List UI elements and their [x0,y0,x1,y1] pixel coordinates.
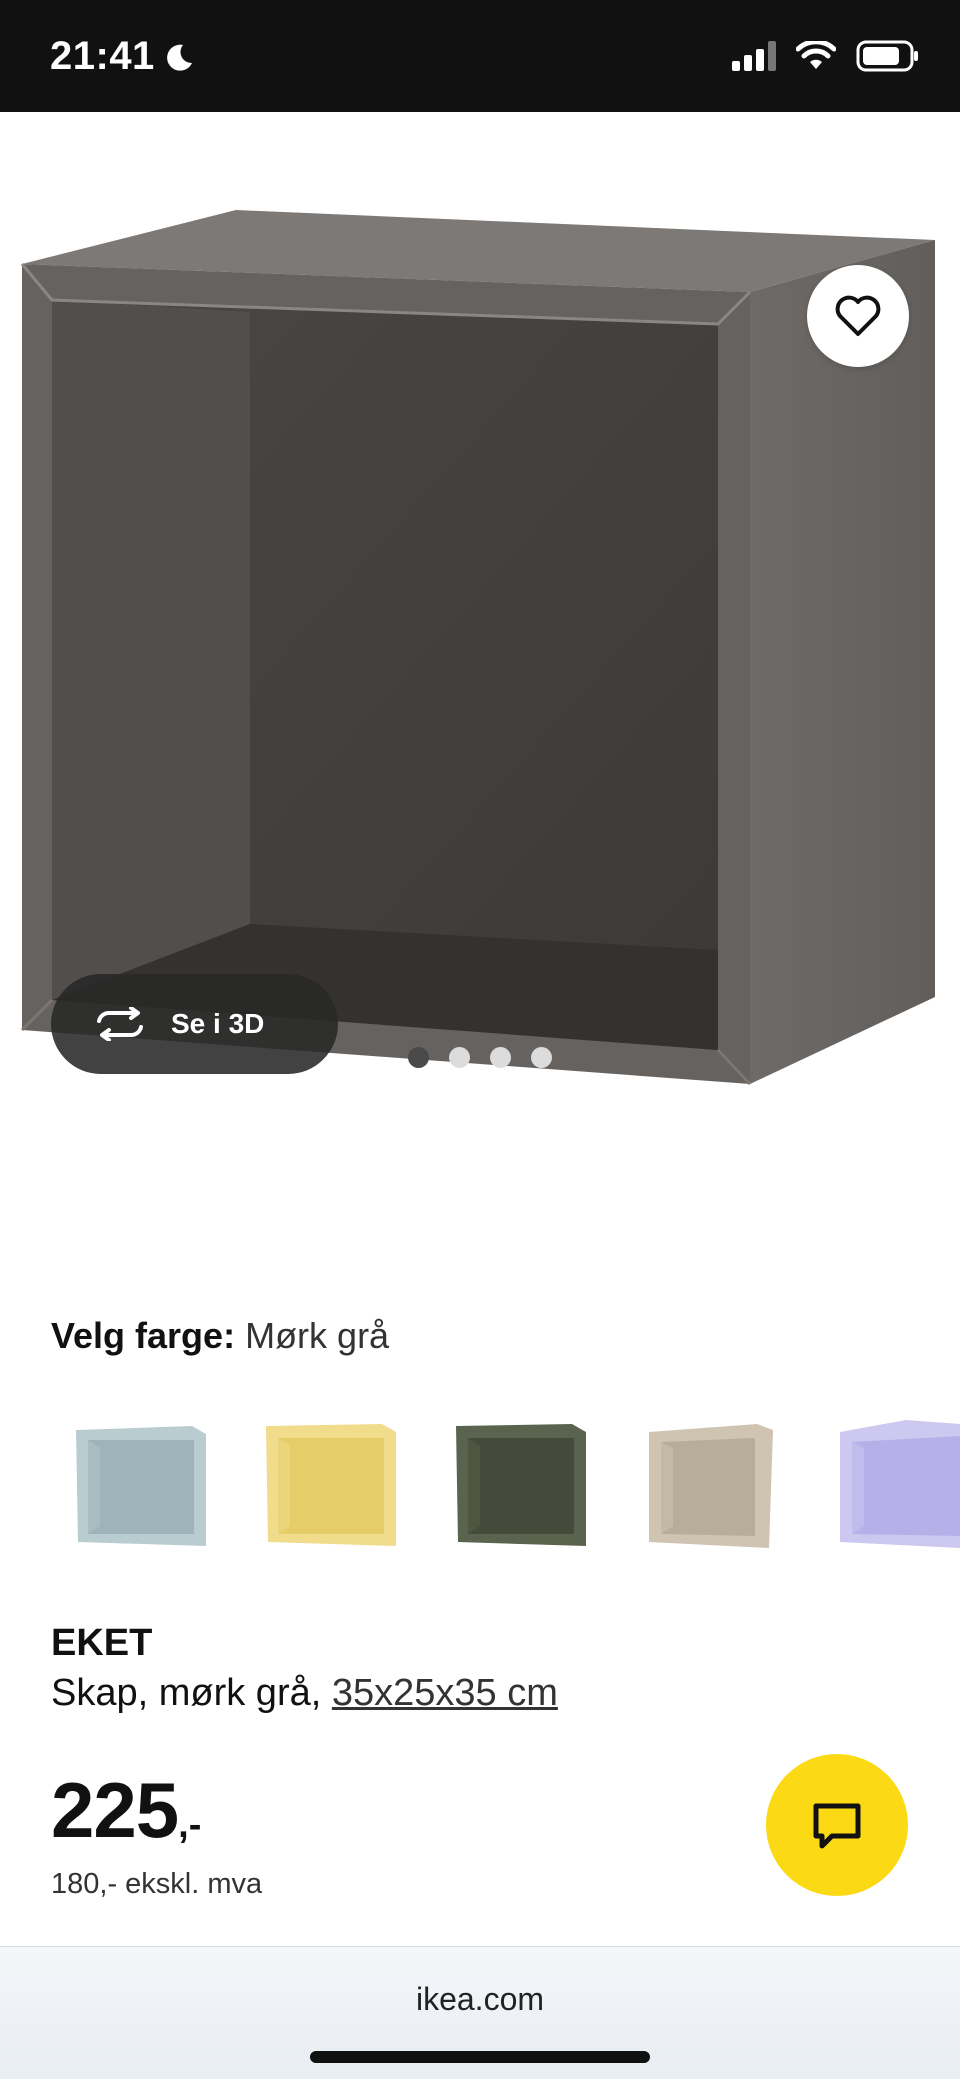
product-dimensions-link[interactable]: 35x25x35 cm [332,1672,558,1714]
color-label: Velg farge: [51,1315,236,1356]
product-price: 225,- [51,1765,201,1856]
favorite-button[interactable] [807,265,909,367]
cellular-signal-icon [732,41,776,71]
status-icons [732,40,920,72]
carousel-pagination [0,1047,960,1071]
battery-icon [856,40,918,72]
rotate-3d-icon [97,1007,143,1041]
url-bar[interactable]: ikea.com [0,1981,960,2018]
chat-bubble-icon [813,1803,861,1849]
swatch-image [649,1424,773,1548]
color-selector-label: Velg farge: Mørk grå [51,1315,389,1357]
carousel-dot[interactable] [531,1047,552,1068]
color-swatch-lilac[interactable] [836,1418,960,1553]
swatch-image [76,1426,206,1546]
time-text: 21:41 [50,34,155,78]
carousel-dot[interactable] [408,1047,429,1068]
swatch-image [266,1424,396,1546]
carousel-dot[interactable] [449,1047,470,1068]
status-bar: 21:41 [0,0,960,112]
product-image-carousel[interactable]: Se i 3D [0,112,960,1112]
color-swatch-dark-green[interactable] [450,1418,600,1553]
chat-button[interactable] [766,1754,908,1896]
product-image [20,210,935,1086]
heart-icon [835,295,881,336]
color-swatch-light-blue[interactable] [70,1418,220,1553]
price-amount: 225 [51,1766,179,1854]
status-time: 21:41 [50,34,195,79]
carousel-dot[interactable] [490,1047,511,1068]
color-swatch-beige[interactable] [645,1418,795,1553]
selected-color: Mørk grå [245,1315,390,1356]
product-description: Skap, mørk grå, 35x25x35 cm [51,1672,558,1715]
product-type: Skap, mørk grå, [51,1672,322,1714]
home-indicator[interactable] [310,2051,650,2063]
price-suffix: ,- [178,1804,202,1846]
moon-icon [166,44,192,71]
swatch-image [456,1424,586,1546]
color-swatch-yellow[interactable] [260,1418,410,1553]
product-name: EKET [51,1622,153,1664]
browser-bottom-bar: ikea.com [0,1946,960,2079]
swatch-image [840,1420,960,1548]
price-ex-vat: 180,- ekskl. mva [51,1868,263,1900]
wifi-icon [796,41,836,69]
view-in-3d-label: Se i 3D [171,1008,265,1039]
